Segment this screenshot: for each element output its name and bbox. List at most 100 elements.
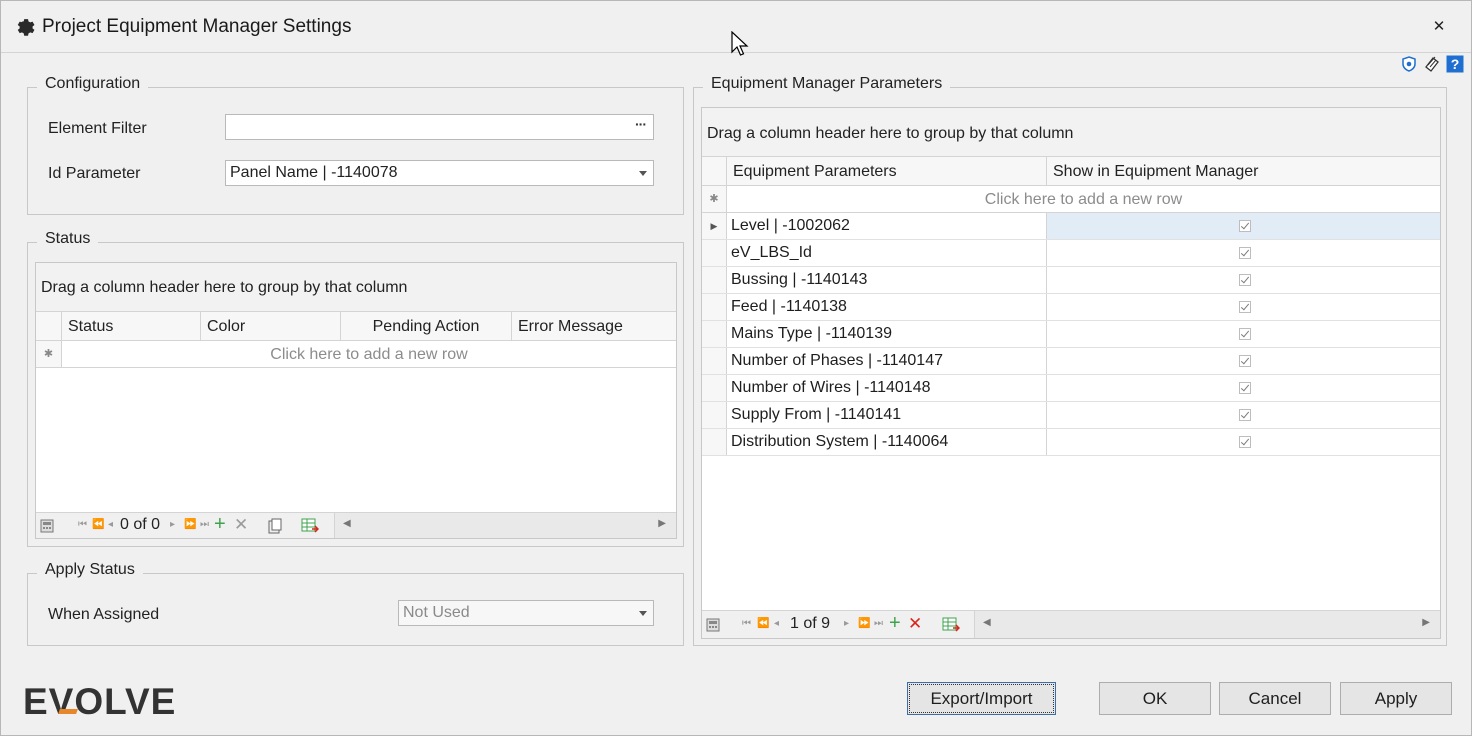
when-assigned-dropdown[interactable]: Not Used <box>398 600 654 626</box>
scroll-left-icon[interactable]: ◀ <box>983 617 991 628</box>
row-indicator[interactable] <box>702 429 727 455</box>
first-record-icon[interactable]: ⏮ <box>742 618 751 629</box>
delete-icon[interactable]: ✕ <box>234 515 248 535</box>
delete-icon[interactable]: ✕ <box>908 614 922 634</box>
checkbox-checked[interactable] <box>1239 409 1251 421</box>
row-indicator[interactable] <box>702 294 727 320</box>
parameters-grid-header: Equipment Parameters Show in Equipment M… <box>702 157 1440 186</box>
help-icon[interactable]: ? <box>1446 55 1464 73</box>
scroll-right-icon[interactable]: ▶ <box>658 518 666 529</box>
column-header-status[interactable]: Status <box>62 312 201 340</box>
parameters-new-row[interactable]: ✱ Click here to add a new row <box>702 186 1440 213</box>
show-in-manager-cell[interactable] <box>1047 375 1440 401</box>
last-record-icon[interactable]: ⏭ <box>874 618 883 629</box>
checkbox-checked[interactable] <box>1239 220 1251 232</box>
next-page-icon[interactable]: ⏩ <box>858 618 870 629</box>
chevron-down-icon[interactable] <box>639 171 647 176</box>
chevron-down-icon[interactable] <box>639 611 647 616</box>
prev-page-icon[interactable]: ⏪ <box>757 618 769 629</box>
checkbox-checked[interactable] <box>1239 247 1251 259</box>
show-in-manager-cell[interactable] <box>1047 213 1440 239</box>
equipment-parameter-cell[interactable]: Level | -1002062 <box>727 213 1047 239</box>
scroll-left-icon[interactable]: ◀ <box>343 518 351 529</box>
prev-record-icon[interactable]: ◂ <box>774 618 779 629</box>
row-indicator[interactable] <box>702 375 727 401</box>
status-new-row[interactable]: ✱ Click here to add a new row <box>36 341 676 368</box>
close-icon[interactable]: ✕ <box>1431 17 1447 37</box>
logo-accent <box>58 709 78 714</box>
next-page-icon[interactable]: ⏩ <box>184 519 196 530</box>
eraser-icon[interactable] <box>1423 55 1441 73</box>
checkbox-checked[interactable] <box>1239 274 1251 286</box>
clipboard-icon[interactable] <box>267 518 283 534</box>
equipment-parameter-cell[interactable]: Number of Phases | -1140147 <box>727 348 1047 374</box>
parameters-new-row-text: Click here to add a new row <box>984 191 1183 208</box>
row-indicator[interactable] <box>702 348 727 374</box>
export-import-button[interactable]: Export/Import <box>907 682 1056 715</box>
show-in-manager-cell[interactable] <box>1047 294 1440 320</box>
equipment-parameter-cell[interactable]: Distribution System | -1140064 <box>727 429 1047 455</box>
equipment-parameter-cell[interactable]: Feed | -1140138 <box>727 294 1047 320</box>
status-horizontal-scrollbar[interactable]: ◀ ▶ <box>334 513 676 538</box>
first-record-icon[interactable]: ⏮ <box>78 519 87 530</box>
show-in-manager-cell[interactable] <box>1047 321 1440 347</box>
checkbox-checked[interactable] <box>1239 328 1251 340</box>
add-icon[interactable]: + <box>214 513 226 536</box>
shield-icon[interactable] <box>1401 56 1417 72</box>
export-grid-icon[interactable] <box>942 617 960 633</box>
row-indicator[interactable] <box>702 240 727 266</box>
row-indicator[interactable] <box>702 321 727 347</box>
id-parameter-dropdown[interactable]: Panel Name | -1140078 <box>225 160 654 186</box>
prev-page-icon[interactable]: ⏪ <box>92 519 104 530</box>
column-header-color[interactable]: Color <box>201 312 341 340</box>
table-row[interactable]: Supply From | -1140141 <box>702 402 1440 429</box>
next-record-icon[interactable]: ▸ <box>170 519 175 530</box>
checkbox-checked[interactable] <box>1239 355 1251 367</box>
equipment-parameter-cell[interactable]: Bussing | -1140143 <box>727 267 1047 293</box>
row-indicator-arrow-icon[interactable]: ▶ <box>702 213 727 239</box>
equipment-parameter-cell[interactable]: Supply From | -1140141 <box>727 402 1047 428</box>
column-header-pending-action[interactable]: Pending Action <box>341 312 512 340</box>
show-in-manager-cell[interactable] <box>1047 267 1440 293</box>
cancel-button[interactable]: Cancel <box>1219 682 1331 715</box>
next-record-icon[interactable]: ▸ <box>844 618 849 629</box>
table-row[interactable]: Distribution System | -1140064 <box>702 429 1440 456</box>
table-row[interactable]: Bussing | -1140143 <box>702 267 1440 294</box>
ok-button[interactable]: OK <box>1099 682 1211 715</box>
apply-button[interactable]: Apply <box>1340 682 1452 715</box>
column-header-show-in-equipment-manager[interactable]: Show in Equipment Manager <box>1047 157 1441 185</box>
export-grid-icon[interactable] <box>301 518 319 534</box>
last-record-icon[interactable]: ⏭ <box>200 519 209 530</box>
evolve-logo: EVOLVE <box>23 681 176 723</box>
checkbox-checked[interactable] <box>1239 436 1251 448</box>
table-row[interactable]: ▶ Level | -1002062 <box>702 213 1440 240</box>
equipment-parameter-cell[interactable]: Mains Type | -1140139 <box>727 321 1047 347</box>
status-group-panel[interactable]: Drag a column header here to group by th… <box>36 263 676 312</box>
show-in-manager-cell[interactable] <box>1047 348 1440 374</box>
ellipsis-button[interactable]: ··· <box>635 116 647 132</box>
element-filter-input[interactable]: ··· <box>225 114 654 140</box>
column-header-equipment-parameters[interactable]: Equipment Parameters <box>727 157 1047 185</box>
checkbox-checked[interactable] <box>1239 301 1251 313</box>
calculator-icon[interactable] <box>40 519 54 533</box>
scroll-right-icon[interactable]: ▶ <box>1422 617 1430 628</box>
checkbox-checked[interactable] <box>1239 382 1251 394</box>
show-in-manager-cell[interactable] <box>1047 402 1440 428</box>
add-icon[interactable]: + <box>889 612 901 635</box>
row-indicator[interactable] <box>702 402 727 428</box>
show-in-manager-cell[interactable] <box>1047 240 1440 266</box>
equipment-parameter-cell[interactable]: Number of Wires | -1140148 <box>727 375 1047 401</box>
show-in-manager-cell[interactable] <box>1047 429 1440 455</box>
table-row[interactable]: Number of Wires | -1140148 <box>702 375 1440 402</box>
table-row[interactable]: Number of Phases | -1140147 <box>702 348 1440 375</box>
table-row[interactable]: eV_LBS_Id <box>702 240 1440 267</box>
parameters-group-panel[interactable]: Drag a column header here to group by th… <box>702 108 1440 157</box>
calculator-icon[interactable] <box>706 618 720 632</box>
parameters-horizontal-scrollbar[interactable]: ◀ ▶ <box>974 611 1440 638</box>
table-row[interactable]: Feed | -1140138 <box>702 294 1440 321</box>
prev-record-icon[interactable]: ◂ <box>108 519 113 530</box>
equipment-parameter-cell[interactable]: eV_LBS_Id <box>727 240 1047 266</box>
table-row[interactable]: Mains Type | -1140139 <box>702 321 1440 348</box>
column-header-error-message[interactable]: Error Message <box>512 312 677 340</box>
row-indicator[interactable] <box>702 267 727 293</box>
